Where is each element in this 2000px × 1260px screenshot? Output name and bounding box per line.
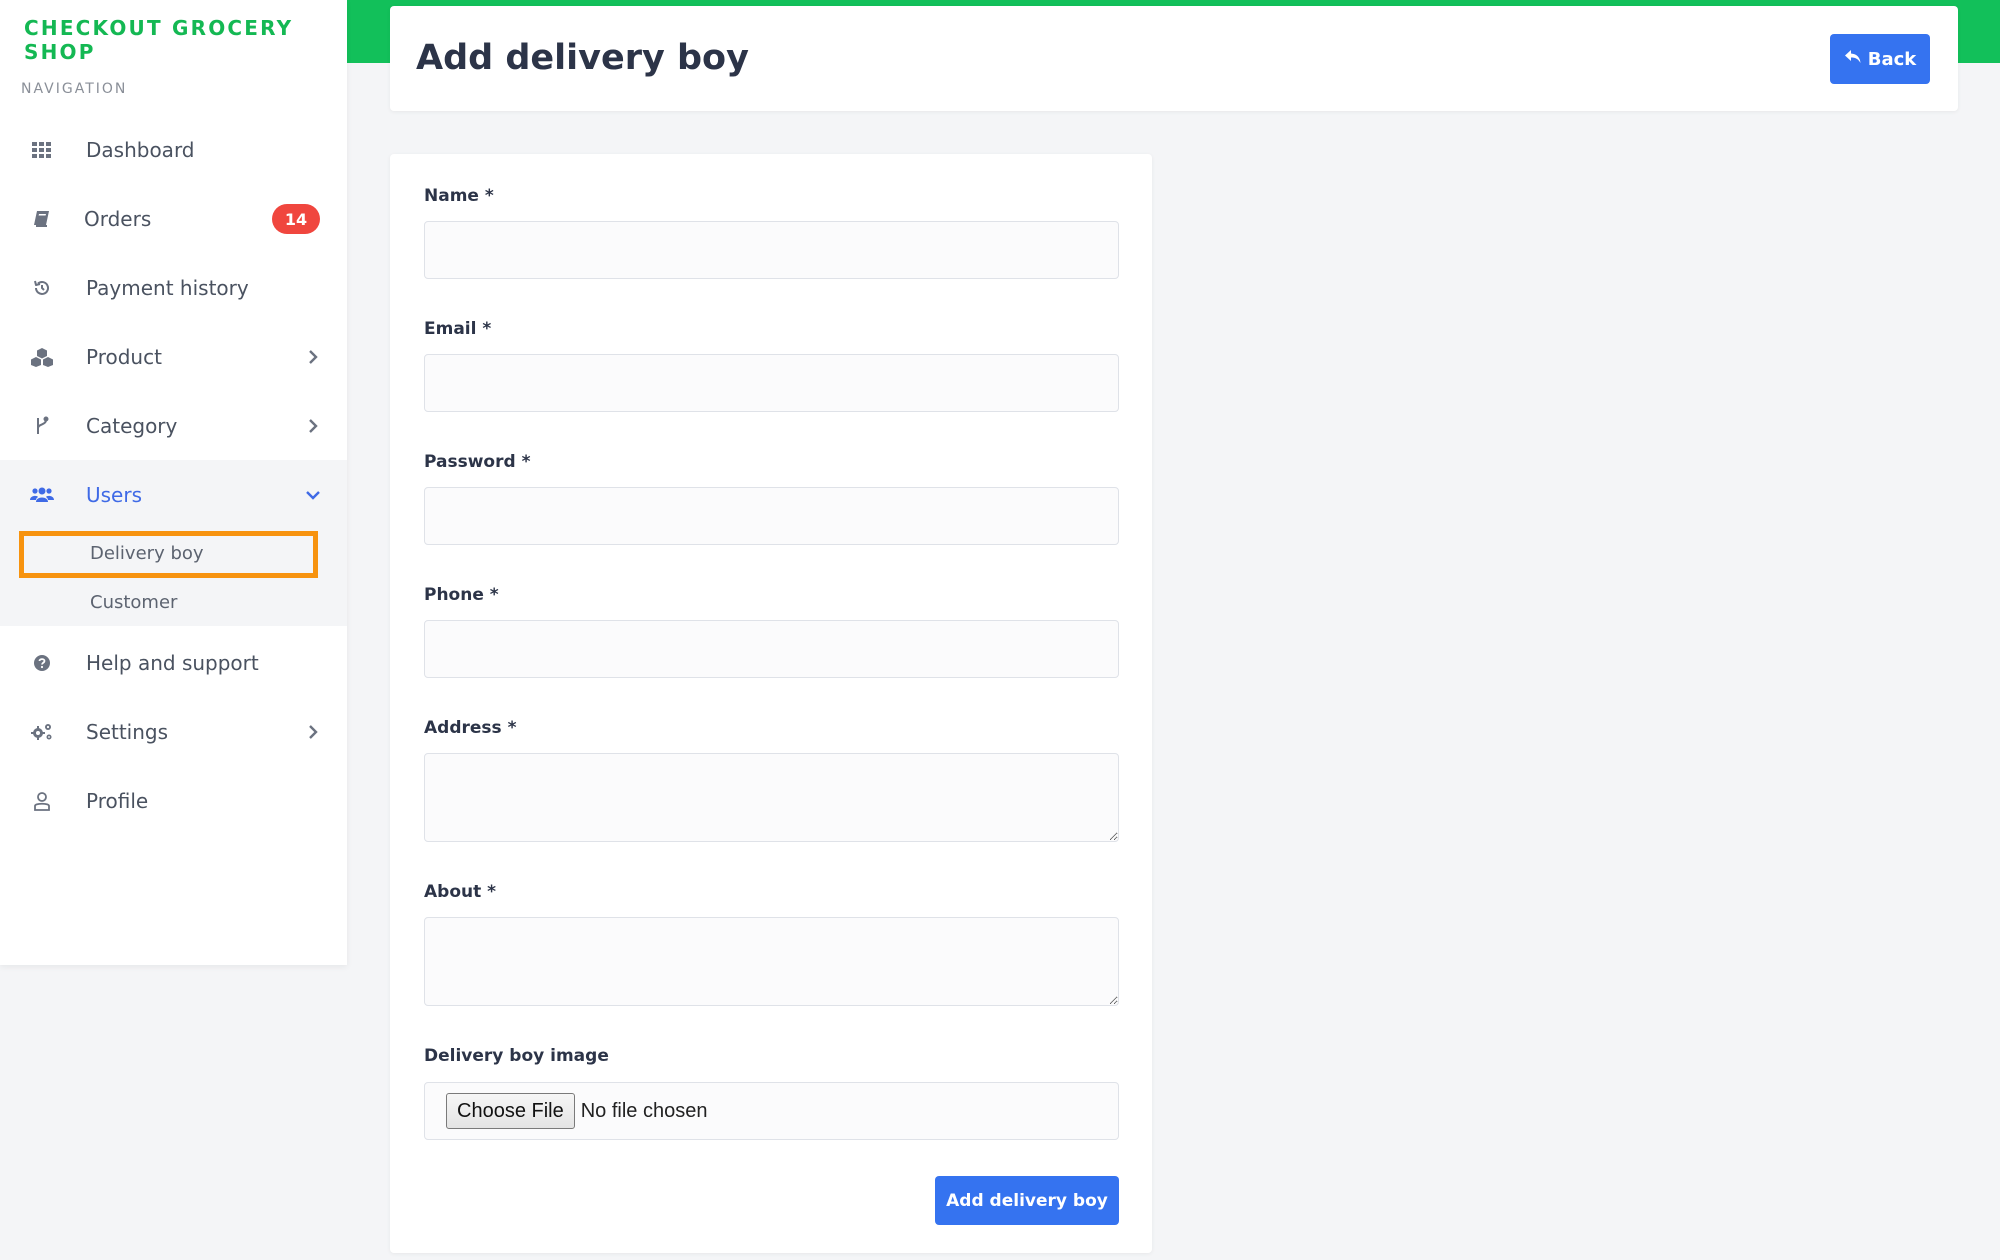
- chevron-down-icon: [304, 486, 322, 504]
- address-label: Address *: [424, 718, 517, 738]
- sidebar-item-label: Product: [86, 345, 162, 369]
- branch-icon: [30, 414, 54, 438]
- password-label: Password *: [424, 452, 531, 472]
- file-status-text: No file chosen: [580, 1099, 708, 1122]
- sidebar-item-label: Payment history: [86, 276, 249, 300]
- sidebar-item-label: Help and support: [86, 651, 259, 675]
- reply-arrow-icon: [1844, 49, 1862, 70]
- about-textarea[interactable]: [424, 917, 1119, 1006]
- chevron-right-icon: [304, 723, 322, 741]
- sidebar-item-users[interactable]: Users: [0, 465, 347, 525]
- sidebar-item-product[interactable]: Product: [0, 327, 347, 387]
- sidebar-subitem-customer[interactable]: Customer: [90, 592, 177, 613]
- chevron-right-icon: [304, 348, 322, 366]
- sidebar-item-label: Users: [86, 483, 143, 507]
- book-icon: [30, 207, 54, 231]
- history-icon: [30, 276, 54, 300]
- add-delivery-boy-button[interactable]: Add delivery boy: [935, 1176, 1119, 1225]
- email-label: Email *: [424, 319, 492, 339]
- phone-input[interactable]: [424, 620, 1119, 678]
- delivery-boy-image-label: Delivery boy image: [424, 1046, 609, 1066]
- name-label: Name *: [424, 186, 494, 206]
- sidebar-item-category[interactable]: Category: [0, 396, 347, 456]
- brand-logo-text[interactable]: CHECKOUT GROCERY SHOP: [24, 16, 347, 64]
- sidebar-item-orders[interactable]: Orders 14: [0, 189, 347, 249]
- sidebar-item-label: Profile: [86, 789, 149, 813]
- about-label: About *: [424, 882, 497, 902]
- email-input[interactable]: [424, 354, 1119, 412]
- back-button[interactable]: Back: [1830, 34, 1930, 84]
- chevron-right-icon: [304, 417, 322, 435]
- nav-section-title: NAVIGATION: [21, 81, 128, 97]
- sidebar-item-label: Settings: [86, 720, 169, 744]
- sidebar-item-profile[interactable]: Profile: [0, 771, 347, 831]
- user-outline-icon: [30, 789, 54, 813]
- highlight-box: [19, 531, 318, 578]
- page-header: Add delivery boy Back: [390, 6, 1958, 111]
- users-icon: [30, 483, 54, 507]
- phone-label: Phone *: [424, 585, 499, 605]
- password-input[interactable]: [424, 487, 1119, 545]
- page-title: Add delivery boy: [416, 38, 749, 78]
- address-textarea[interactable]: [424, 753, 1119, 842]
- grid-icon: [30, 138, 54, 162]
- sidebar-item-dashboard[interactable]: Dashboard: [0, 120, 347, 180]
- sidebar-item-payment-history[interactable]: Payment history: [0, 258, 347, 318]
- choose-file-button[interactable]: Choose File: [446, 1093, 575, 1129]
- question-circle-icon: [30, 651, 54, 675]
- add-delivery-boy-form: Name * Email * Password * Phone * Addres…: [390, 154, 1152, 1253]
- name-input[interactable]: [424, 221, 1119, 279]
- back-button-label: Back: [1867, 48, 1917, 70]
- cubes-icon: [30, 345, 54, 369]
- gears-icon: [30, 720, 54, 744]
- sidebar-item-help-and-support[interactable]: Help and support: [0, 633, 347, 693]
- sidebar-item-label: Dashboard: [86, 138, 195, 162]
- image-file-input: Choose File No file chosen: [424, 1082, 1119, 1140]
- sidebar-item-label: Category: [86, 414, 178, 438]
- sidebar: CHECKOUT GROCERY SHOP NAVIGATION Dashboa…: [0, 0, 347, 965]
- orders-count-badge: 14: [272, 204, 320, 234]
- sidebar-item-label: Orders: [84, 207, 152, 231]
- sidebar-item-settings[interactable]: Settings: [0, 702, 347, 762]
